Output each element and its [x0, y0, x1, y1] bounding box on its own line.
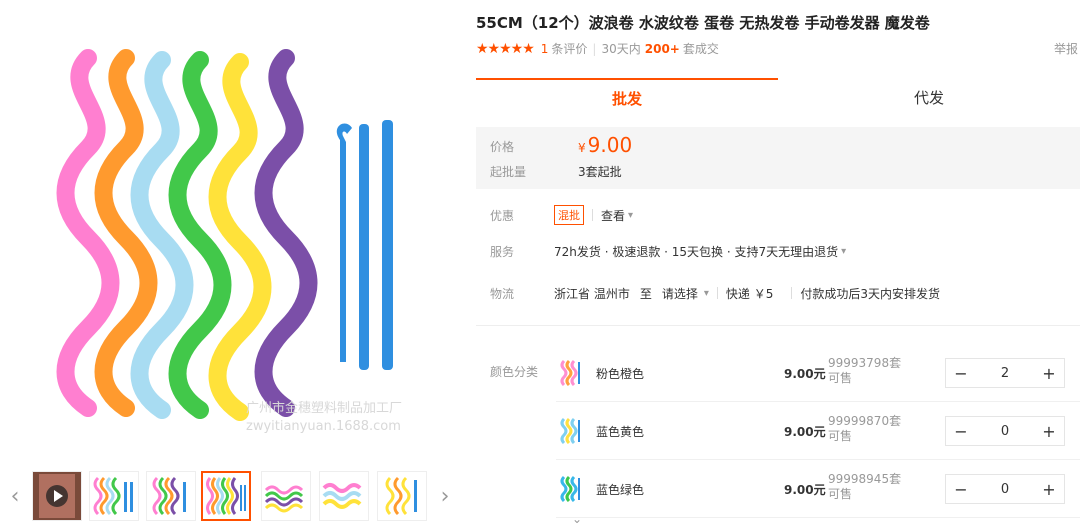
shipping-note: 付款成功后3天内安排发货 — [800, 286, 940, 301]
to-label: 至 — [639, 286, 652, 301]
tab-wholesale[interactable]: 批发 — [476, 78, 778, 116]
service-text[interactable]: 72h发货 · 极速退款 · 15天包换 · 支持7天无理由退货 — [554, 243, 838, 260]
chevron-down-icon[interactable]: ▾ — [628, 210, 633, 221]
logistics-label: 物流 — [490, 286, 515, 301]
price-box: 价格 ¥9.00 起批量 3套起批 — [476, 127, 1080, 189]
origin-location: 浙江省 温州市 — [554, 286, 630, 301]
decrement-button[interactable]: − — [946, 417, 976, 445]
sku-label: 颜色分类 — [490, 365, 539, 379]
sku-thumb-icon[interactable] — [558, 475, 584, 503]
chevron-down-icon[interactable]: ▾ — [704, 288, 709, 299]
quantity-stepper: − 0 + — [945, 416, 1065, 446]
thumbnail-video[interactable] — [32, 471, 82, 521]
shipping-fee: 快递 ￥5 — [725, 286, 774, 301]
video-play-icon — [33, 472, 81, 520]
main-product-image[interactable]: 广州市金穗塑料制品加工厂 zwyitianyuan.1688.com — [0, 0, 458, 458]
review-label[interactable]: 条评价 — [551, 40, 587, 57]
purchase-mode-tabs: 批发 代发 — [476, 78, 1080, 116]
sku-name: 粉色橙色 — [596, 367, 645, 381]
thumbnail-5[interactable] — [261, 471, 311, 521]
divider — [716, 287, 718, 299]
thumb-next-button[interactable]: › — [434, 474, 456, 518]
thumbnail-4-selected[interactable] — [201, 471, 251, 521]
promo-badge: 混批 — [554, 205, 584, 225]
thumbnail-6[interactable] — [319, 471, 369, 521]
product-title: 55CM（12个）波浪卷 水波纹卷 蛋卷 无热发卷 手动卷发器 魔发卷 — [476, 14, 930, 32]
increment-button[interactable]: + — [1034, 359, 1064, 387]
section-divider — [476, 325, 1080, 326]
curlers-thumb-icon — [385, 476, 417, 516]
product-info-panel: 55CM（12个）波浪卷 水波纹卷 蛋卷 无热发卷 手动卷发器 魔发卷 ★★★★… — [476, 0, 1080, 527]
decrement-button[interactable]: − — [946, 359, 976, 387]
sold-label: 套成交 — [682, 42, 719, 56]
quantity-input[interactable]: 0 — [976, 424, 1034, 439]
sku-stock: 99999870套 可售 — [828, 414, 902, 443]
sku-price: 9.00元 — [784, 367, 826, 381]
promo-view-link[interactable]: 查看 — [601, 207, 625, 224]
sku-name: 蓝色黄色 — [596, 425, 645, 439]
curlers-thumb-icon — [152, 476, 186, 516]
tab-dropship[interactable]: 代发 — [778, 78, 1080, 116]
quantity-input[interactable]: 0 — [976, 482, 1034, 497]
divider: | — [592, 41, 597, 56]
curlers-thumb-icon — [206, 477, 246, 515]
sku-price: 9.00元 — [784, 483, 826, 497]
thumbnail-strip: ‹ › — [0, 466, 458, 526]
sku-price: 9.00元 — [784, 425, 826, 439]
quantity-stepper: − 2 + — [945, 358, 1065, 388]
price-value: ¥9.00 — [578, 133, 633, 157]
min-order-label: 起批量 — [490, 165, 527, 179]
period-label: 30天内 — [601, 42, 641, 56]
sku-row: 蓝色绿色 9.00元 99998945套 可售 − 0 + — [556, 460, 1080, 518]
sku-thumb-icon[interactable] — [558, 359, 584, 387]
sku-thumb-icon[interactable] — [558, 417, 584, 445]
star-rating-icon: ★★★★★ — [476, 40, 535, 57]
sold-count: 200+ — [644, 41, 680, 56]
thumbnail-7[interactable] — [377, 471, 427, 521]
decrement-button[interactable]: − — [946, 475, 976, 503]
increment-button[interactable]: + — [1034, 417, 1064, 445]
sku-stock: 99998945套 可售 — [828, 472, 902, 501]
rating-summary: ★★★★★ 1 条评价 | 30天内 200+ 套成交 — [476, 40, 719, 57]
thumbnail-2[interactable] — [89, 471, 139, 521]
min-order-value: 3套起批 — [578, 165, 622, 179]
thumbnail-3[interactable] — [146, 471, 196, 521]
image-watermark: 广州市金穗塑料制品加工厂 zwyitianyuan.1688.com — [246, 401, 403, 434]
quantity-stepper: − 0 + — [945, 474, 1065, 504]
divider — [592, 209, 593, 221]
curlers-thumb-icon — [322, 483, 362, 509]
report-link[interactable]: 举报 — [1054, 40, 1078, 57]
service-label: 服务 — [490, 244, 515, 259]
price-label: 价格 — [490, 140, 515, 154]
service-row: 服务 72h发货 · 极速退款 · 15天包换 · 支持7天无理由退货 ▾ — [476, 239, 1080, 263]
logistics-row: 物流 浙江省 温州市 至 请选择 ▾ 快递 ￥5 付款成功后3天内安排发货 — [476, 281, 1080, 305]
curlers-thumb-icon — [264, 485, 304, 513]
sku-row: 蓝色黄色 9.00元 99999870套 可售 − 0 + — [556, 402, 1080, 460]
curlers-illustration — [56, 49, 393, 421]
promo-row: 优惠 混批 查看 ▾ — [476, 203, 1080, 227]
chevron-down-icon[interactable]: ▾ — [841, 246, 846, 257]
quantity-input[interactable]: 2 — [976, 366, 1034, 381]
product-gallery: 广州市金穗塑料制品加工厂 zwyitianyuan.1688.com ‹ › — [0, 0, 458, 527]
review-count[interactable]: 1 — [541, 42, 549, 56]
expand-more-icon[interactable]: ⌄ — [572, 512, 582, 526]
divider — [791, 287, 793, 299]
thumb-prev-button[interactable]: ‹ — [4, 474, 26, 518]
sku-name: 蓝色绿色 — [596, 483, 645, 497]
sku-row: 粉色橙色 9.00元 99993798套 可售 − 2 + — [556, 344, 1080, 402]
promo-label: 优惠 — [490, 208, 515, 223]
destination-select[interactable]: 请选择 — [662, 285, 698, 302]
increment-button[interactable]: + — [1034, 475, 1064, 503]
curlers-thumb-icon — [93, 476, 133, 516]
sku-stock: 99993798套 可售 — [828, 356, 902, 385]
